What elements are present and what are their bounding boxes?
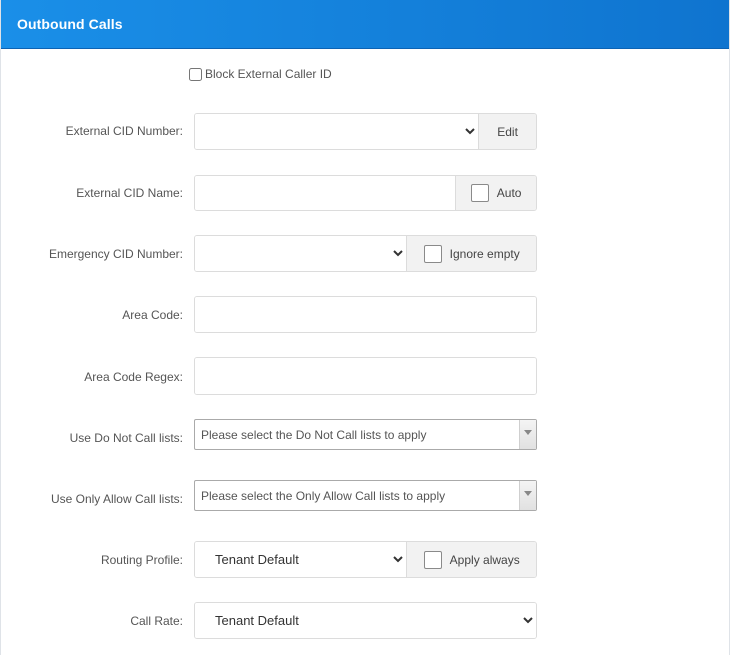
- emergency-cid-number-row: Emergency CID Number: Ignore empty: [1, 235, 729, 272]
- external-cid-number-label: External CID Number:: [65, 124, 183, 138]
- apply-always-toggle[interactable]: Apply always: [406, 542, 536, 577]
- external-cid-name-group: Auto: [194, 175, 537, 211]
- chevron-down-icon[interactable]: [519, 420, 536, 449]
- panel-title: Outbound Calls: [17, 16, 123, 32]
- routing-profile-row: Routing Profile: Tenant Default Apply al…: [1, 541, 729, 578]
- ignore-empty-checkbox[interactable]: [423, 244, 442, 263]
- routing-profile-label: Routing Profile:: [100, 553, 183, 567]
- block-external-caller-id-label: Block External Caller ID: [205, 67, 332, 81]
- edit-button-label: Edit: [497, 124, 518, 139]
- routing-profile-group: Tenant Default Apply always: [194, 541, 537, 578]
- area-code-row: Area Code:: [1, 296, 729, 333]
- emergency-cid-number-label: Emergency CID Number:: [48, 247, 183, 261]
- do-not-call-lists-placeholder: Please select the Do Not Call lists to a…: [201, 428, 427, 442]
- external-cid-number-group: Edit: [194, 113, 537, 150]
- area-code-regex-group: [194, 357, 537, 395]
- call-rate-label: Call Rate:: [130, 614, 183, 628]
- only-allow-call-lists-placeholder: Please select the Only Allow Call lists …: [201, 489, 446, 503]
- emergency-cid-number-select[interactable]: [195, 236, 407, 271]
- external-cid-number-select[interactable]: [195, 114, 479, 149]
- call-rate-select[interactable]: Tenant Default: [195, 603, 536, 638]
- area-code-label: Area Code:: [122, 308, 183, 322]
- do-not-call-lists-select[interactable]: Please select the Do Not Call lists to a…: [194, 419, 537, 450]
- routing-profile-select[interactable]: Tenant Default: [195, 542, 407, 577]
- only-allow-call-lists-label: Use Only Allow Call lists:: [50, 492, 183, 506]
- only-allow-call-lists-row: Use Only Allow Call lists: Please select…: [1, 480, 729, 511]
- area-code-group: [194, 296, 537, 333]
- call-rate-row: Call Rate: Tenant Default: [1, 602, 729, 639]
- do-not-call-lists-label: Use Do Not Call lists:: [69, 431, 183, 445]
- external-cid-number-row: External CID Number: Edit: [1, 113, 729, 150]
- external-cid-name-input[interactable]: [195, 176, 456, 210]
- ignore-empty-toggle[interactable]: Ignore empty: [406, 236, 536, 271]
- edit-button[interactable]: Edit: [478, 114, 536, 149]
- area-code-regex-row: Area Code Regex:: [1, 357, 729, 395]
- only-allow-call-lists-select[interactable]: Please select the Only Allow Call lists …: [194, 480, 537, 511]
- chevron-down-icon[interactable]: [519, 481, 536, 510]
- auto-checkbox[interactable]: [470, 184, 489, 202]
- do-not-call-lists-row: Use Do Not Call lists: Please select the…: [1, 419, 729, 450]
- apply-always-label: Apply always: [449, 552, 520, 567]
- outbound-calls-panel: Outbound Calls Block External Caller ID …: [0, 0, 730, 655]
- external-cid-name-row: External CID Name: Auto: [1, 175, 729, 211]
- external-cid-name-label: External CID Name:: [76, 186, 183, 200]
- area-code-regex-input[interactable]: [195, 358, 536, 394]
- call-rate-group: Tenant Default: [194, 602, 537, 639]
- ignore-empty-label: Ignore empty: [449, 246, 520, 261]
- area-code-input[interactable]: [195, 297, 536, 332]
- area-code-regex-label: Area Code Regex:: [84, 370, 183, 384]
- block-external-caller-id[interactable]: Block External Caller ID: [189, 66, 332, 82]
- auto-label: Auto: [496, 186, 522, 200]
- block-external-caller-id-checkbox[interactable]: [189, 67, 202, 81]
- emergency-cid-number-group: Ignore empty: [194, 235, 537, 272]
- apply-always-checkbox[interactable]: [423, 550, 442, 569]
- panel-header: Outbound Calls: [1, 0, 729, 49]
- auto-toggle[interactable]: Auto: [455, 176, 536, 210]
